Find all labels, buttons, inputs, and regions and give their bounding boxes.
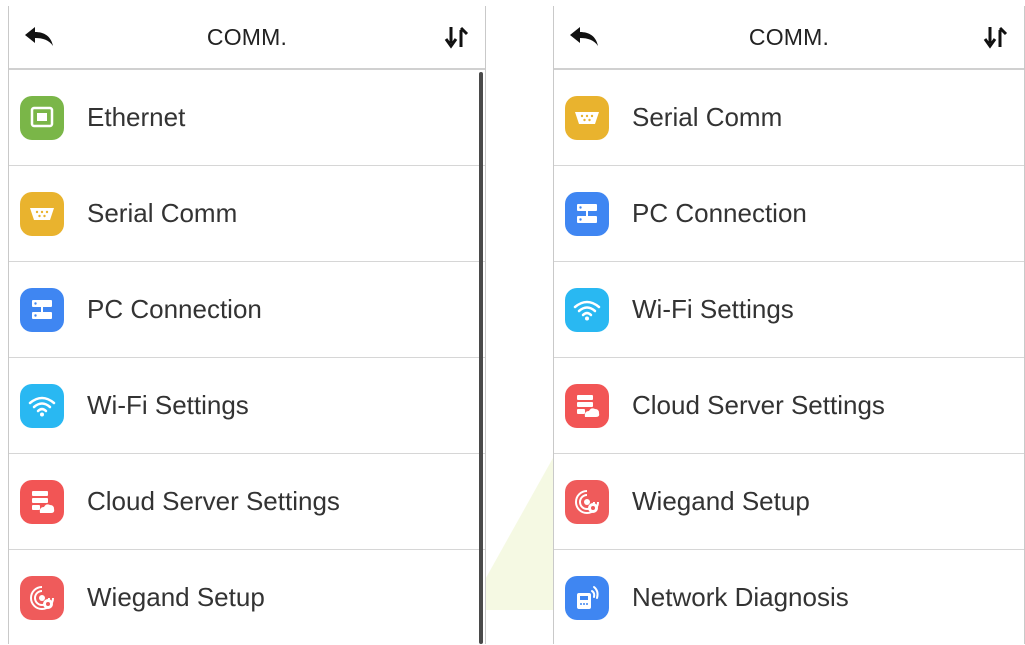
menu-item-serial-comm[interactable]: Serial Comm — [554, 70, 1024, 166]
serial-port-icon — [20, 191, 64, 236]
cloud-server-icon — [565, 383, 609, 428]
wifi-icon — [565, 287, 609, 332]
top-bar: COMM. — [554, 6, 1024, 70]
menu-item-label: Network Diagnosis — [632, 582, 849, 612]
menu-item-wifi-settings[interactable]: Wi-Fi Settings — [9, 358, 485, 454]
menu-item-label: Serial Comm — [632, 102, 783, 132]
sort-button[interactable] — [980, 24, 1010, 50]
sort-arrows-icon — [983, 26, 1008, 49]
menu-item-ethernet[interactable]: Ethernet — [9, 70, 485, 166]
ethernet-icon — [20, 95, 64, 140]
network-diagnosis-icon — [565, 575, 609, 620]
page-title: COMM. — [748, 23, 830, 50]
menu-item-label: Wi-Fi Settings — [87, 390, 249, 420]
sort-arrows-icon — [444, 26, 469, 49]
menu-item-label: Cloud Server Settings — [632, 390, 885, 420]
serial-port-icon — [565, 95, 609, 140]
menu-item-network-diagnosis[interactable]: Network Diagnosis — [554, 550, 1024, 644]
menu-item-wiegand-setup[interactable]: Wiegand Setup — [554, 454, 1024, 550]
pc-connection-icon — [565, 191, 609, 236]
menu-item-serial-comm[interactable]: Serial Comm — [9, 166, 485, 262]
menu-item-wifi-settings[interactable]: Wi-Fi Settings — [554, 262, 1024, 358]
menu-item-cloud-server-settings[interactable]: Cloud Server Settings — [554, 358, 1024, 454]
page-title: COMM. — [206, 23, 288, 50]
menu-item-pc-connection[interactable]: PC Connection — [9, 262, 485, 358]
menu-item-label: Serial Comm — [87, 198, 238, 228]
sort-button[interactable] — [441, 24, 471, 50]
wiegand-icon — [565, 479, 609, 524]
menu-item-label: Cloud Server Settings — [87, 486, 340, 516]
comm-menu-list: Serial Comm PC Connection Wi-Fi Settings… — [554, 70, 1024, 644]
comm-menu-screen-right: COMM. Serial Comm PC Connection Wi-Fi Se… — [553, 6, 1025, 644]
scrollbar[interactable] — [479, 72, 483, 644]
menu-item-label: Wiegand Setup — [87, 582, 265, 612]
top-bar: COMM. — [9, 6, 485, 70]
menu-item-label: Ethernet — [87, 102, 186, 132]
comm-menu-screen-left: COMM. Ethernet Serial Comm PC Connection… — [8, 6, 486, 644]
menu-item-label: PC Connection — [87, 294, 262, 324]
menu-item-cloud-server-settings[interactable]: Cloud Server Settings — [9, 454, 485, 550]
cloud-server-icon — [20, 479, 64, 524]
comm-menu-list: Ethernet Serial Comm PC Connection Wi-Fi… — [9, 70, 485, 644]
pc-connection-icon — [20, 287, 64, 332]
wifi-icon — [20, 383, 64, 428]
menu-item-label: Wi-Fi Settings — [632, 294, 794, 324]
menu-item-label: Wiegand Setup — [632, 486, 810, 516]
menu-item-wiegand-setup[interactable]: Wiegand Setup — [9, 550, 485, 644]
menu-item-pc-connection[interactable]: PC Connection — [554, 166, 1024, 262]
wiegand-icon — [20, 575, 64, 620]
menu-item-label: PC Connection — [632, 198, 807, 228]
